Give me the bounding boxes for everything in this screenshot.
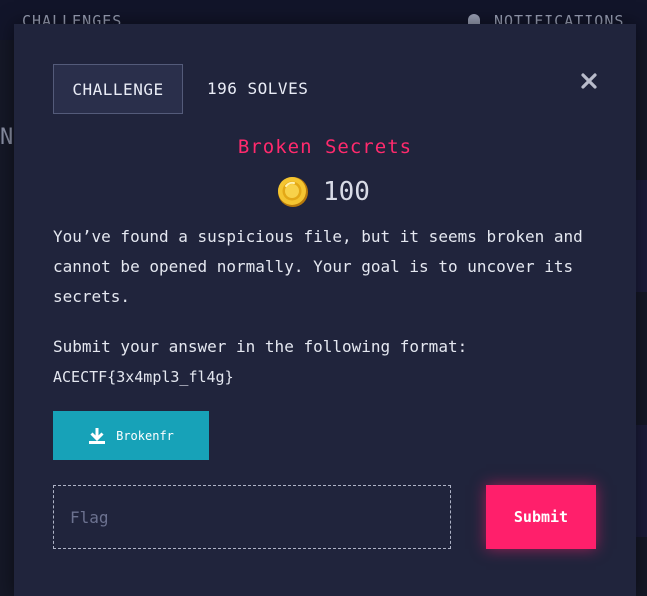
background-heading-fragment: N: [0, 125, 14, 150]
flag-input[interactable]: [53, 485, 451, 549]
challenge-description: You’ve found a suspicious file, but it s…: [53, 227, 583, 306]
close-icon[interactable]: [579, 71, 599, 91]
download-file-button[interactable]: Brokenfr: [53, 411, 209, 460]
points-row: 100: [277, 174, 370, 210]
submit-button[interactable]: Submit: [486, 485, 596, 549]
download-icon: [89, 427, 106, 444]
format-example: ACECTF{3x4mpl3_fl4g}: [53, 368, 234, 386]
tab-solves[interactable]: 196 SOLVES: [207, 64, 308, 114]
download-file-name: Brokenfr: [116, 428, 174, 443]
challenge-modal: CHALLENGE 196 SOLVES Broken Secrets 100 …: [14, 24, 636, 596]
coin-icon: [278, 177, 308, 207]
challenge-points: 100: [323, 177, 370, 207]
format-text: Submit your answer in the following form…: [53, 337, 468, 356]
tab-challenge[interactable]: CHALLENGE: [53, 64, 183, 114]
format-instructions: Submit your answer in the following form…: [53, 332, 613, 392]
challenge-title: Broken Secrets: [237, 136, 413, 158]
